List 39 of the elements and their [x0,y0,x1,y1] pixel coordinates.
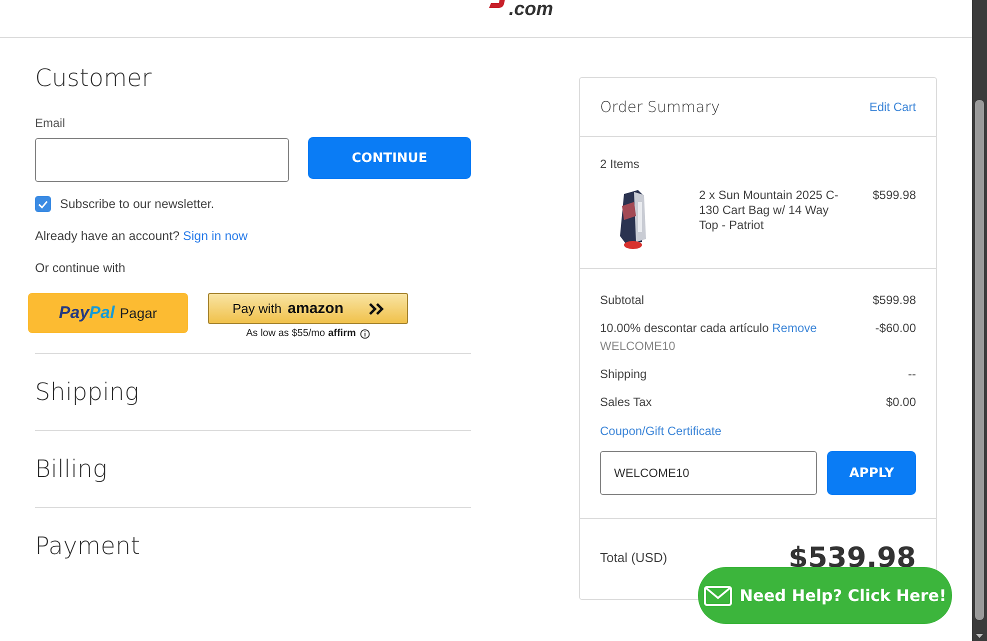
chevron-icon [368,302,384,316]
coupon-link[interactable]: Coupon/Gift Certificate [600,424,916,438]
remove-link[interactable]: Remove [772,321,817,335]
info-icon[interactable] [360,328,370,338]
summary-title: Order Summary [600,98,720,116]
item-price: $599.98 [872,188,916,204]
apply-button[interactable]: APPLY [827,451,916,495]
discount-label: 10.00% descontar cada artículo Remove [600,321,817,335]
section-title: Billing [35,455,107,483]
sign-in-link[interactable]: Sign in now [183,229,248,243]
section-title: Customer [35,64,153,92]
edit-cart-link[interactable]: Edit Cart [869,100,916,114]
line-label: Sales Tax [600,395,652,409]
line-value: $0.00 [886,395,916,409]
item-name: 2 x Sun Mountain 2025 C-130 Cart Bag w/ 14 Way Top - Patriot [699,188,840,234]
line-label: Shipping [600,367,647,381]
total-label: Total (USD) [600,550,668,565]
coupon-code: WELCOME10 [600,339,676,353]
item-count: 2 Items [600,157,640,171]
financing-text: As low as $55/mo affirm [246,328,356,339]
account-prompt: Already have an account? Sign in now [35,229,249,243]
line-value: -- [908,367,916,381]
section-title: Payment [35,532,140,560]
email-field[interactable] [35,138,289,182]
alternative-label: Or continue with [35,261,126,275]
amazon-pay-button[interactable]: Pay with amazon [208,293,408,324]
line-label: Subtotal [600,293,644,307]
logo-text: .com [508,0,554,20]
line-value: -$60.00 [875,321,916,337]
line-value: $599.98 [872,293,916,307]
continue-button[interactable]: CONTINUE [308,137,471,179]
coupon-field[interactable]: WELCOME10 [600,451,818,495]
field-label: Email [35,116,66,130]
envelope-icon [704,586,732,606]
help-button[interactable]: Need Help? Click Here! [698,567,952,624]
newsletter-checkbox[interactable] [35,196,51,212]
section-title: Shipping [35,378,139,406]
paypal-button[interactable]: PayPal Pagar [28,293,188,333]
checkbox-label: Subscribe to our newsletter. [60,197,214,211]
